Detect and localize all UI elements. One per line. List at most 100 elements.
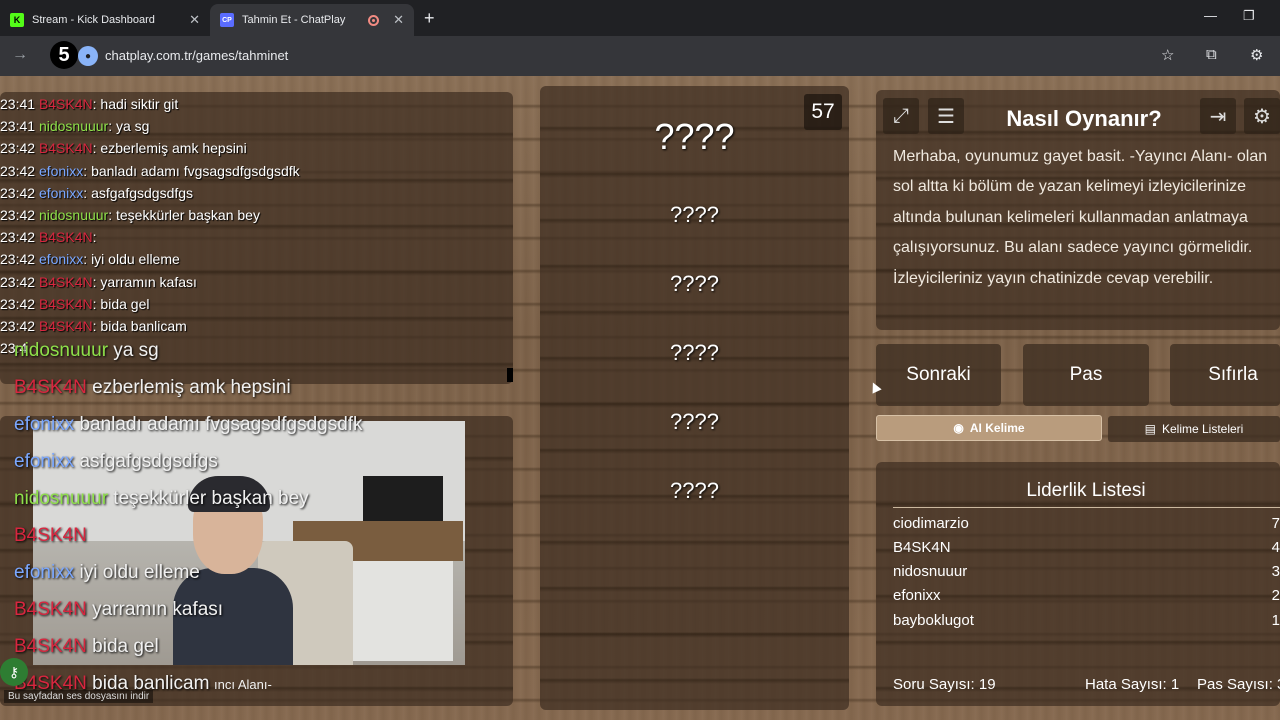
chat-username[interactable]: efonixx (39, 163, 83, 179)
chat-username[interactable]: B4SK4N (39, 96, 93, 112)
tab-chatplay[interactable]: CP Tahmin Et - ChatPlay ✕ (210, 4, 414, 36)
player-score: 3 (1271, 563, 1280, 580)
tab-title: Tahmin Et - ChatPlay (242, 14, 346, 26)
settings-gear-icon[interactable]: ⚙ (1244, 98, 1280, 134)
chat-username[interactable]: nidosnuuur (39, 118, 108, 134)
chat-message: 23:42 B4SK4N: yarramın kafası (0, 274, 197, 290)
hidden-word: ???? (670, 340, 719, 365)
hidden-word: ???? (670, 202, 719, 227)
chat-timestamp: 23:42 (0, 229, 39, 246)
chat-text: : ezberlemiş amk hepsini (92, 140, 247, 157)
key-icon[interactable]: ⚷ (0, 658, 28, 686)
chat-message: 23:42 B4SK4N: ezberlemiş amk hepsini (0, 140, 247, 156)
chat-timestamp: 23:42 (0, 295, 39, 312)
error-count: Hata Sayısı: 1 (1085, 676, 1180, 693)
close-icon[interactable]: ✕ (393, 12, 404, 28)
overlay-username: efonixx (14, 451, 80, 472)
player-score: 7 (1271, 515, 1280, 532)
player-name: bayboklugot (893, 612, 974, 629)
leaderboard-row: B4SK4N 4 (893, 539, 1280, 563)
streamer-area-label: ıncı Alanı- (214, 677, 272, 692)
leaderboard-row: efonixx 2 (893, 587, 1280, 611)
step-badge: 5 (50, 41, 78, 69)
chat-message: 23:42 efonixx: asfgafgsdgsdfgs (0, 185, 193, 201)
player-name: ciodimarzio (893, 515, 969, 532)
chat-text: : hadi siktir git (92, 96, 179, 112)
chat-username[interactable]: B4SK4N (39, 296, 93, 312)
new-tab-icon[interactable]: + (424, 8, 435, 29)
close-icon[interactable]: ✕ (189, 12, 200, 28)
overlay-text: bida gel (92, 636, 159, 657)
word-lists-label: Kelime Listeleri (1161, 422, 1244, 436)
overlay-username: B4SK4N (14, 599, 93, 620)
pass-button[interactable]: Pas (1023, 344, 1149, 406)
chat-text: : yarramın kafası (92, 273, 197, 290)
chat-message: 23:42 efonixx: iyi oldu elleme (0, 251, 180, 267)
chat-scrollbar[interactable] (507, 368, 513, 382)
browser-tab-bar: K Stream - Kick Dashboard ✕ CP Tahmin Et… (0, 0, 1280, 36)
overlay-text: banladı adamı fvgsagsdfgsdgsdfk (79, 414, 363, 435)
hidden-word: ???? (670, 409, 719, 434)
chat-username[interactable]: B4SK4N (39, 318, 93, 334)
overlay-username: B4SK4N (14, 525, 87, 546)
robot-icon: ◉ (953, 421, 964, 435)
next-button[interactable]: Sonraki (876, 344, 1001, 406)
player-score: 2 (1271, 587, 1280, 604)
chat-username[interactable]: efonixx (39, 185, 83, 201)
url-field[interactable]: chatplay.com.tr/games/tahminet (105, 48, 288, 63)
ai-word-button[interactable]: ◉ AI Kelime (876, 415, 1102, 441)
chat-message: 23:42 B4SK4N: bida banlicam (0, 318, 187, 334)
overlay-text: yarramın kafası (92, 599, 224, 620)
reset-button[interactable]: Sıfırla (1170, 344, 1280, 406)
extensions-icon[interactable]: ⧉ (1206, 46, 1217, 63)
chat-message: 23:41 nidosnuuur: ya sg (0, 118, 149, 134)
divider (893, 507, 1280, 508)
chat-message: 23:42 B4SK4N: bida gel (0, 296, 149, 312)
chat-username[interactable]: nidosnuuur (39, 207, 108, 223)
recording-icon (368, 14, 380, 26)
download-audio-note[interactable]: Bu sayfadan ses dosyasını indir (4, 690, 154, 703)
overlay-text: asfgafgsdgsdfgs (79, 451, 218, 472)
webcam-monitor (363, 476, 443, 521)
chat-timestamp: 23:42 (0, 251, 39, 268)
exit-icon[interactable]: ⇥ (1200, 98, 1236, 134)
chat-message: 23:41 B4SK4N: hadi siktir git (0, 96, 178, 112)
overlay-chat-message: efonixx asfgafgsdgsdfgs (14, 451, 218, 473)
overlay-text: iyi oldu elleme (79, 562, 200, 583)
overlay-username: nidosnuuur (14, 340, 114, 361)
overlay-chat-message: nidosnuuur teşekkürler başkan bey (14, 488, 309, 510)
overlay-chat-message: efonixx banladı adamı fvgsagsdfgsdgsdfk (14, 414, 363, 436)
clipboard-icon: ▤ (1144, 422, 1156, 436)
chat-message: 23:42 B4SK4N: (0, 229, 97, 245)
minimize-icon[interactable]: — (1204, 8, 1217, 23)
maximize-icon[interactable]: ❐ (1243, 8, 1255, 24)
chat-text: : bida banlicam (92, 318, 187, 334)
chat-text: : teşekkürler başkan bey (108, 207, 260, 223)
overlay-chat-message: efonixx iyi oldu elleme (14, 562, 200, 584)
chat-text: : iyi oldu elleme (83, 251, 180, 268)
profile-avatar-icon[interactable]: ⚙ (1250, 46, 1263, 64)
document-icon[interactable]: ☰ (928, 98, 964, 134)
microphone-icon[interactable]: ● (78, 46, 98, 66)
chat-username[interactable]: B4SK4N (39, 140, 93, 156)
tab-kick-dashboard[interactable]: K Stream - Kick Dashboard ✕ (0, 4, 210, 36)
chat-timestamp: 23:41 (0, 96, 39, 112)
chat-text: : banladı adamı fvgsagsdfgsdgsdfk (83, 162, 300, 179)
fullscreen-icon[interactable]: ⤢ (883, 98, 919, 134)
bookmark-star-icon[interactable]: ☆ (1161, 46, 1174, 64)
pass-count: Pas Sayısı: 3 (1197, 676, 1280, 693)
ai-word-label: AI Kelime (969, 421, 1025, 435)
chat-username[interactable]: B4SK4N (39, 274, 93, 290)
player-name: efonixx (893, 587, 941, 604)
chat-username[interactable]: efonixx (39, 251, 83, 267)
overlay-chat-message: B4SK4N ezberlemiş amk hepsini (14, 377, 291, 399)
how-to-play-title: Nasıl Oynanır? (1006, 106, 1162, 131)
chat-text: : asfgafgsdgsdfgs (83, 184, 194, 201)
chat-timestamp: 23:42 (0, 162, 39, 179)
chat-username[interactable]: B4SK4N (39, 229, 93, 245)
chat-message: 23:42 efonixx: banladı adamı fvgsagsdfgs… (0, 163, 300, 179)
word-lists-button[interactable]: ▤ Kelime Listeleri (1108, 416, 1280, 442)
overlay-chat-message: B4SK4N (14, 525, 87, 547)
forward-icon[interactable]: → (12, 46, 28, 64)
hidden-word: ???? (670, 271, 719, 296)
